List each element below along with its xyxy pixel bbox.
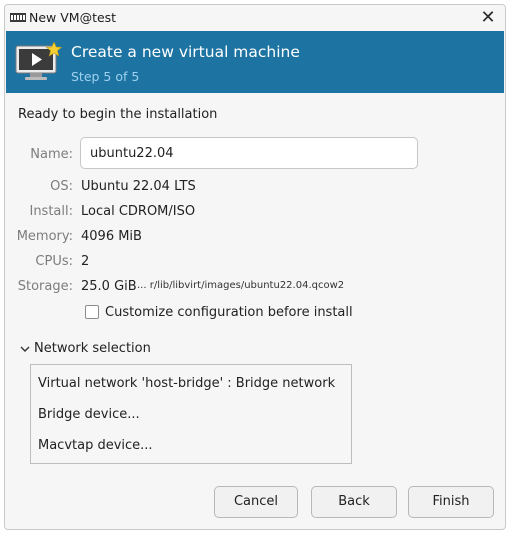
title-bar: New VM@test ✕ — [5, 5, 505, 31]
network-option-host-bridge[interactable]: Virtual network 'host-bridge' : Bridge n… — [38, 376, 335, 391]
storage-path: ... r/lib/libvirt/images/ubuntu22.04.qco… — [137, 280, 345, 291]
vm-manager-icon — [10, 13, 26, 22]
network-option-macvtap-device[interactable]: Macvtap device... — [38, 438, 153, 453]
customize-checkbox-label[interactable]: Customize configuration before install — [105, 305, 353, 320]
storage-value: 25.0 GiB — [81, 279, 137, 294]
window-title: New VM@test — [29, 10, 117, 25]
cancel-button[interactable]: Cancel — [214, 486, 298, 518]
memory-value: 4096 MiB — [81, 229, 142, 244]
back-button[interactable]: Back — [311, 486, 397, 518]
memory-label: Memory: — [16, 229, 73, 244]
cpus-value: 2 — [81, 254, 90, 269]
network-option-bridge-device[interactable]: Bridge device... — [38, 407, 140, 422]
name-label: Name: — [30, 147, 73, 162]
chevron-down-icon[interactable] — [19, 343, 31, 355]
header-banner: Create a new virtual machine Step 5 of 5 — [6, 31, 504, 93]
finish-button[interactable]: Finish — [408, 486, 494, 518]
os-label: OS: — [50, 179, 73, 194]
summary-heading: Ready to begin the installation — [18, 107, 218, 122]
install-value: Local CDROM/ISO — [81, 204, 196, 219]
os-value: Ubuntu 22.04 LTS — [81, 179, 196, 194]
page-title: Create a new virtual machine — [71, 43, 300, 61]
cpus-label: CPUs: — [35, 254, 73, 269]
new-vm-monitor-icon — [15, 42, 62, 80]
close-button[interactable]: ✕ — [479, 9, 497, 27]
network-options-list: Virtual network 'host-bridge' : Bridge n… — [30, 364, 352, 464]
step-indicator: Step 5 of 5 — [71, 69, 140, 84]
customize-checkbox[interactable] — [85, 305, 99, 319]
install-label: Install: — [29, 204, 73, 219]
new-vm-dialog: New VM@test ✕ Create a new virtual machi… — [4, 4, 506, 530]
network-selection-expander[interactable]: Network selection — [34, 341, 151, 356]
close-icon: ✕ — [480, 7, 496, 28]
storage-label: Storage: — [17, 279, 73, 294]
name-field[interactable] — [80, 137, 418, 169]
